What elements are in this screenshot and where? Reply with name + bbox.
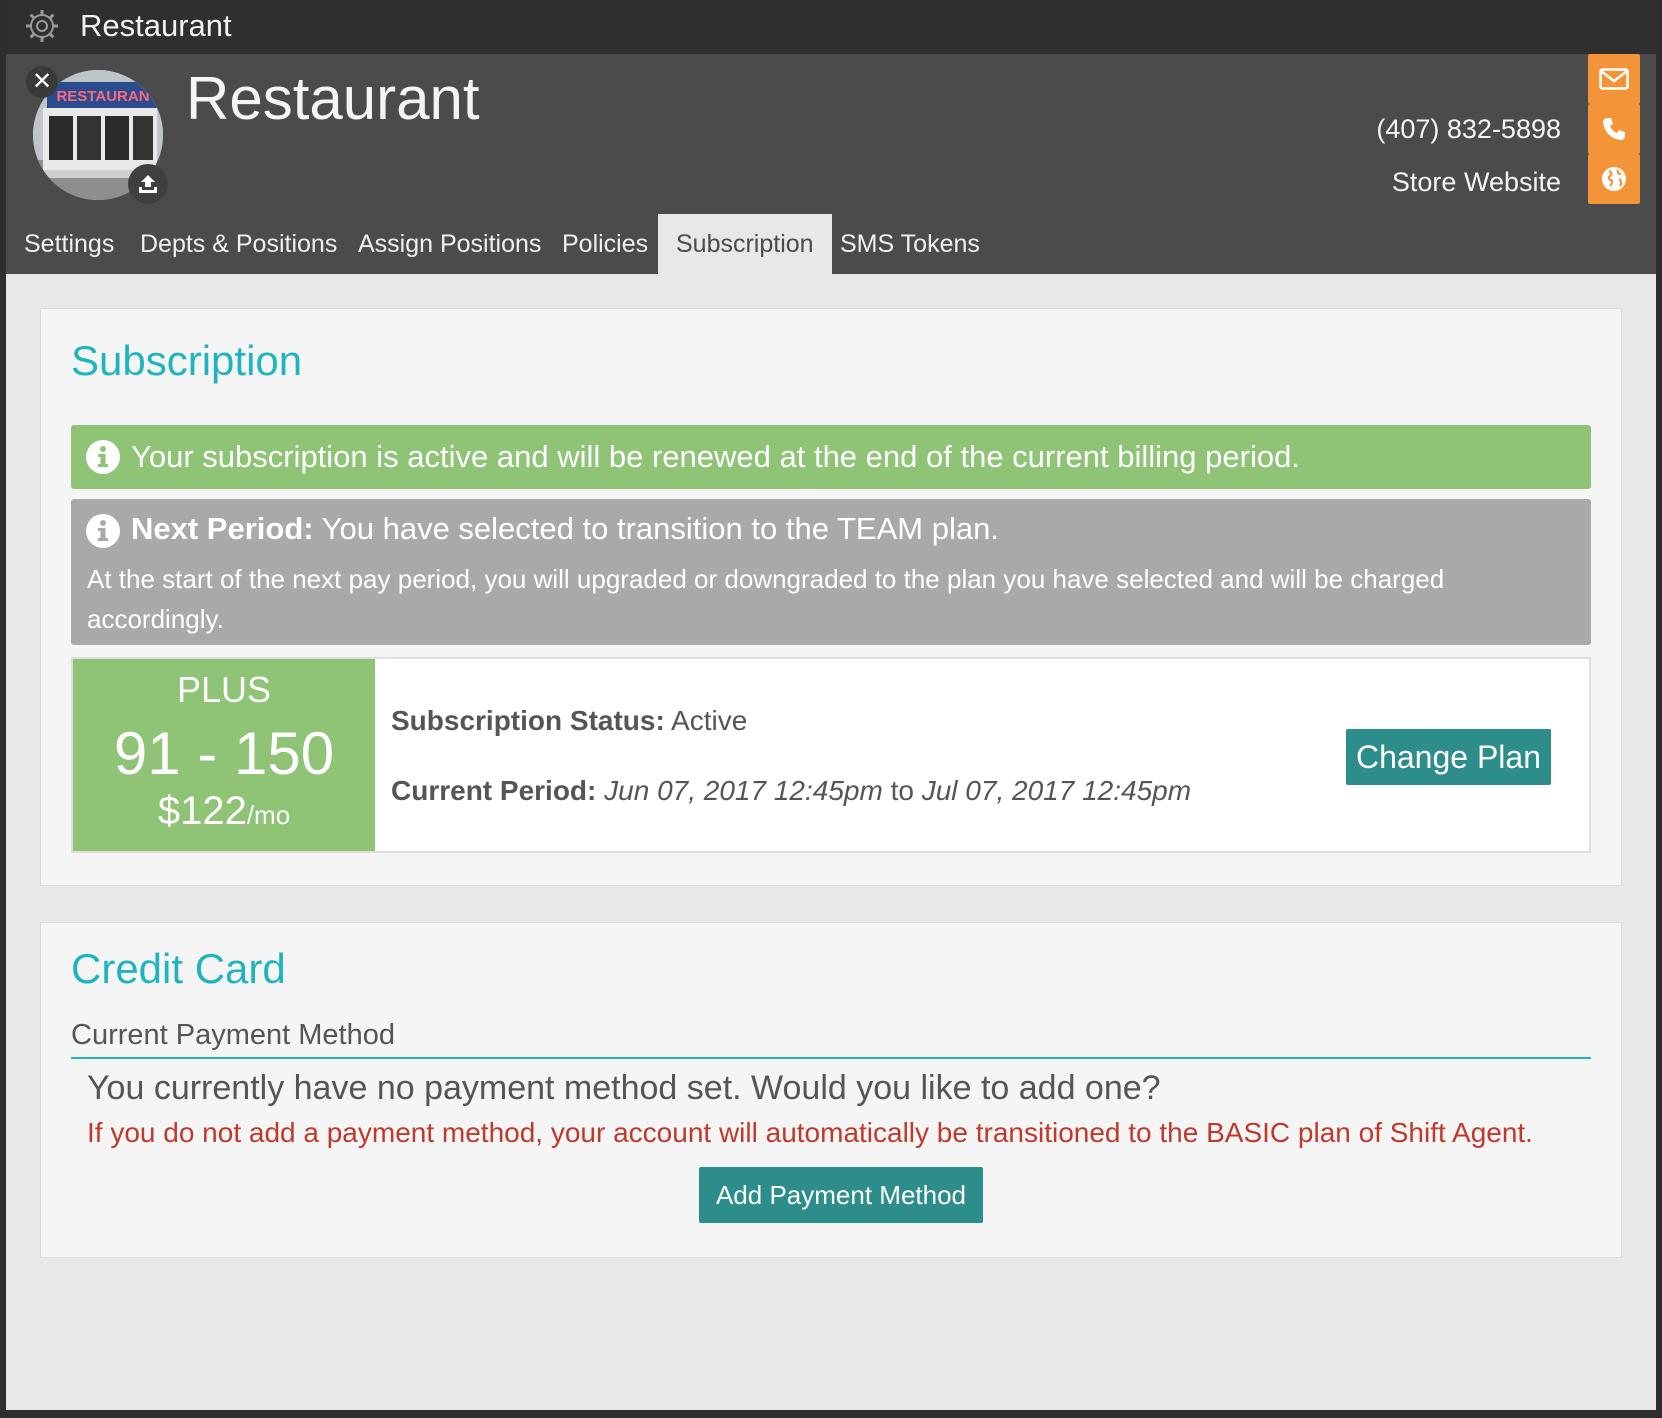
plan-range: 91 - 150 — [113, 720, 335, 787]
active-alert: Your subscription is active and will be … — [71, 425, 1591, 489]
subscription-status: Subscription Status: Active — [391, 705, 747, 737]
avatar-sign-text: RESTAURAN — [56, 88, 149, 105]
next-period-text: You have selected to transition to the T… — [321, 511, 999, 546]
email-button[interactable] — [1588, 54, 1640, 104]
next-period-detail: At the start of the next pay period, you… — [87, 564, 1445, 634]
status-value: Active — [671, 705, 748, 736]
info-icon — [86, 440, 120, 474]
current-plan-box: PLUS 91 - 150 $122/mo Subscription Statu… — [71, 657, 1591, 853]
gear-icon[interactable] — [24, 8, 60, 44]
no-payment-method-text: You currently have no payment method set… — [87, 1069, 1161, 1107]
credit-card-panel: Credit Card Current Payment Method You c… — [40, 922, 1622, 1258]
tab-depts-positions[interactable]: Depts & Positions — [122, 214, 355, 274]
plan-name: PLUS — [176, 669, 272, 710]
plan-tile: PLUS 91 - 150 $122/mo — [73, 659, 375, 851]
remove-image-button[interactable]: ✕ — [26, 66, 58, 98]
payment-warning-text: If you do not add a payment method, your… — [87, 1117, 1533, 1148]
subscription-heading: Subscription — [71, 337, 303, 384]
title-bar: Restaurant — [6, 0, 1656, 54]
call-button[interactable] — [1588, 104, 1640, 154]
tab-settings[interactable]: Settings — [6, 214, 132, 274]
store-name: Restaurant — [186, 65, 480, 132]
next-period-alert: Next Period: You have selected to transi… — [71, 499, 1591, 645]
plan-price-amount: $122 — [157, 789, 247, 833]
plan-price: $122/mo — [73, 789, 375, 834]
period-start: Jun 07, 2017 12:45pm — [604, 775, 883, 806]
next-period-label: Next Period: — [131, 511, 314, 546]
change-plan-button[interactable]: Change Plan — [1345, 729, 1551, 785]
store-website-link[interactable]: Store Website — [1392, 167, 1561, 198]
current-period: Current Period: Jun 07, 2017 12:45pm to … — [391, 775, 1191, 807]
store-header: RESTAURAN ✕ Restaurant (407) 832-5898 St… — [6, 54, 1656, 214]
phone-icon — [1603, 118, 1625, 140]
upload-icon — [139, 175, 157, 193]
tab-sms-tokens[interactable]: SMS Tokens — [822, 214, 998, 274]
globe-icon — [1602, 167, 1626, 191]
tab-bar: Settings Depts & Positions Assign Positi… — [6, 214, 1656, 274]
payment-method-subheading: Current Payment Method — [71, 1019, 395, 1051]
subscription-panel: Subscription Your subscription is active… — [40, 308, 1622, 886]
store-phone: (407) 832-5898 — [1376, 114, 1561, 144]
next-period-line: Next Period: You have selected to transi… — [131, 511, 1575, 547]
envelope-icon — [1599, 68, 1629, 90]
divider — [71, 1057, 1591, 1059]
period-label: Current Period: — [391, 775, 597, 806]
plan-price-period: /mo — [246, 800, 291, 830]
app-window: Restaurant RESTAURAN ✕ Restaurant (407) … — [6, 0, 1656, 1410]
tab-subscription[interactable]: Subscription — [658, 214, 832, 274]
info-icon — [86, 514, 120, 548]
active-alert-text: Your subscription is active and will be … — [131, 439, 1300, 474]
upload-image-button[interactable] — [128, 164, 168, 204]
credit-card-heading: Credit Card — [71, 945, 286, 992]
window-title: Restaurant — [80, 8, 232, 43]
status-label: Subscription Status: — [391, 705, 665, 736]
tab-policies[interactable]: Policies — [544, 214, 666, 274]
period-to: to — [890, 775, 914, 806]
add-payment-method-button[interactable]: Add Payment Method — [699, 1167, 983, 1223]
tab-assign-positions[interactable]: Assign Positions — [340, 214, 559, 274]
period-end: Jul 07, 2017 12:45pm — [921, 775, 1192, 806]
website-button[interactable] — [1588, 154, 1640, 204]
